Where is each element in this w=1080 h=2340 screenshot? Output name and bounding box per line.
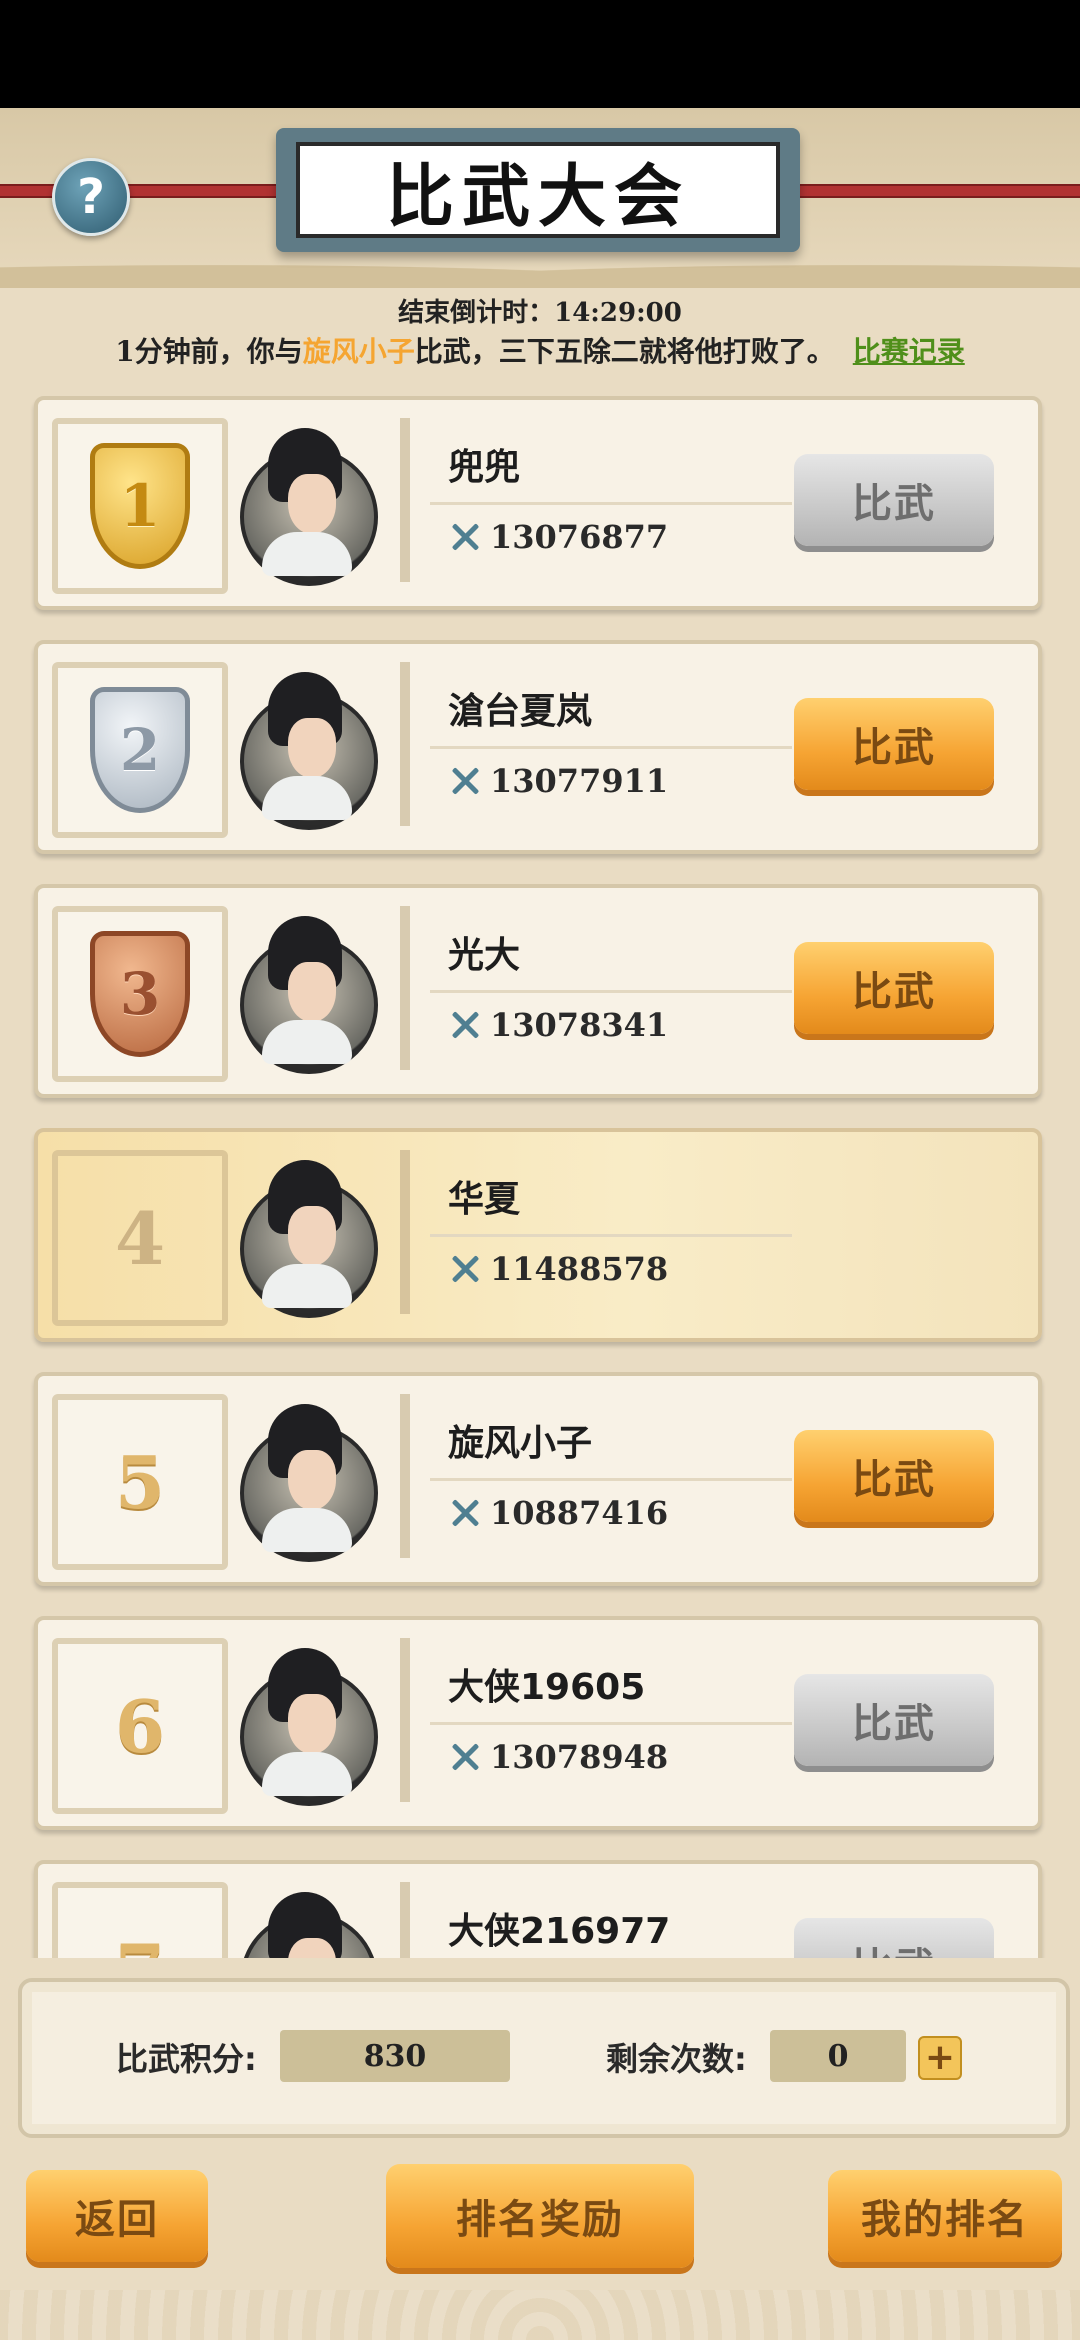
player-name: 光大 — [448, 935, 521, 976]
combat-power-value: 10887416 — [490, 1494, 669, 1532]
status-bar — [0, 0, 1080, 108]
ranking-row-self: 4 华夏 11488578 — [34, 1128, 1042, 1342]
crossed-swords-icon — [448, 1008, 482, 1042]
battle-news: 1分钟前，你与旋风小子比武，三下五除二就将他打败了。 比赛记录 — [0, 330, 1080, 370]
challenge-button[interactable]: 比武 — [794, 1674, 994, 1766]
divider — [430, 1722, 792, 1725]
gold-medal-icon: 1 — [90, 443, 190, 569]
player-name: 旋风小子 — [448, 1423, 593, 1464]
add-attempts-plus-icon[interactable]: + — [918, 2036, 962, 2080]
my-ranking-button[interactable]: 我的排名 — [828, 2170, 1062, 2262]
player-avatar[interactable] — [240, 1160, 378, 1318]
combat-power-value: 13078948 — [490, 1738, 669, 1776]
player-name: 大侠216977 — [448, 1911, 671, 1952]
player-info: 兜兜 13076877 — [400, 418, 792, 582]
news-prefix: 1分钟前，你与 — [115, 335, 303, 368]
ranking-list[interactable]: 1 兜兜 13076877 比武 2 滄台夏岚 13077911 比武 3 光大… — [0, 390, 1080, 1958]
player-avatar[interactable] — [240, 1648, 378, 1806]
divider — [430, 990, 792, 993]
player-info: 大侠19605 13078948 — [400, 1638, 792, 1802]
player-name: 兜兜 — [448, 447, 521, 488]
rank-badge: 1 — [52, 418, 228, 594]
challenge-button[interactable]: 比武 — [794, 698, 994, 790]
combat-power-value: 13078341 — [490, 1006, 669, 1044]
player-info: 滄台夏岚 13077911 — [400, 662, 792, 826]
crossed-swords-icon — [448, 764, 482, 798]
battle-record-link[interactable]: 比赛记录 — [853, 335, 965, 368]
silver-medal-icon: 2 — [90, 687, 190, 813]
combat-power: 13078948 — [448, 1738, 668, 1776]
challenge-button[interactable]: 比武 — [794, 454, 994, 546]
score-label: 比武积分: — [116, 2040, 257, 2078]
crossed-swords-icon — [448, 1252, 482, 1286]
page-title: 比武大会 — [296, 142, 780, 238]
ranking-row-3: 3 光大 13078341 比武 — [34, 884, 1042, 1098]
player-avatar[interactable] — [240, 1892, 378, 1958]
divider — [430, 502, 792, 505]
crossed-swords-icon — [448, 1496, 482, 1530]
combat-power: 13076877 — [448, 518, 668, 556]
rank-number: 4 — [114, 1195, 166, 1281]
countdown-text: 结束倒计时：14:29:00 — [398, 298, 682, 328]
divider — [430, 1234, 792, 1237]
bronze-medal-icon: 3 — [90, 931, 190, 1057]
divider — [430, 1478, 792, 1481]
remaining-attempts-value: 0 — [770, 2030, 906, 2082]
combat-power: 13077911 — [448, 762, 668, 800]
crossed-swords-icon — [448, 520, 482, 554]
combat-power: 11488578 — [448, 1250, 668, 1288]
rank-badge: 5 — [52, 1394, 228, 1570]
ranking-row-1: 1 兜兜 13076877 比武 — [34, 396, 1042, 610]
ranking-row-2: 2 滄台夏岚 13077911 比武 — [34, 640, 1042, 854]
rank-badge: 6 — [52, 1638, 228, 1814]
score-value: 830 — [280, 2030, 510, 2082]
player-avatar[interactable] — [240, 916, 378, 1074]
title-plaque: 比武大会 — [276, 128, 800, 252]
ranking-row-5: 5 旋风小子 10887416 比武 — [34, 1372, 1042, 1586]
challenge-button[interactable]: 比武 — [794, 942, 994, 1034]
news-suffix: 比武，三下五除二就将他打败了。 — [414, 335, 835, 368]
ranking-rewards-button[interactable]: 排名奖励 — [386, 2164, 694, 2268]
combat-power-value: 13077911 — [490, 762, 669, 800]
divider — [430, 746, 792, 749]
rank-number: 6 — [114, 1683, 166, 1769]
combat-power-value: 11488578 — [490, 1250, 669, 1288]
rank-badge: 4 — [52, 1150, 228, 1326]
combat-power: 13078341 — [448, 1006, 668, 1044]
combat-power: 10887416 — [448, 1494, 668, 1532]
rank-badge: 2 — [52, 662, 228, 838]
news-opponent: 旋风小子 — [302, 335, 415, 368]
rank-number: 7 — [115, 1928, 165, 1959]
crossed-swords-icon — [448, 1740, 482, 1774]
player-info: 华夏 11488578 — [400, 1150, 792, 1314]
stats-panel: 比武积分: 830 剩余次数: 0 + — [18, 1978, 1070, 2138]
help-button[interactable]: ? — [52, 158, 130, 236]
player-info: 光大 13078341 — [400, 906, 792, 1070]
back-button[interactable]: 返回 — [26, 2170, 208, 2262]
rank-number: 5 — [114, 1439, 166, 1525]
player-info: 大侠216977 — [400, 1882, 792, 1958]
ranking-row-7: 7 大侠216977 比武 — [34, 1860, 1042, 1958]
challenge-button[interactable]: 比武 — [794, 1918, 994, 1958]
challenge-button[interactable]: 比武 — [794, 1430, 994, 1522]
combat-power-value: 13076877 — [490, 518, 669, 556]
remaining-attempts-label: 剩余次数: — [606, 2040, 747, 2078]
rank-badge: 7 — [52, 1882, 228, 1958]
player-name: 大侠19605 — [448, 1667, 646, 1708]
player-avatar[interactable] — [240, 672, 378, 830]
decorative-clouds — [0, 2290, 1080, 2340]
player-name: 滄台夏岚 — [448, 691, 593, 732]
player-name: 华夏 — [448, 1179, 521, 1220]
player-info: 旋风小子 10887416 — [400, 1394, 792, 1558]
player-avatar[interactable] — [240, 428, 378, 586]
player-avatar[interactable] — [240, 1404, 378, 1562]
rank-badge: 3 — [52, 906, 228, 1082]
ranking-row-6: 6 大侠19605 13078948 比武 — [34, 1616, 1042, 1830]
